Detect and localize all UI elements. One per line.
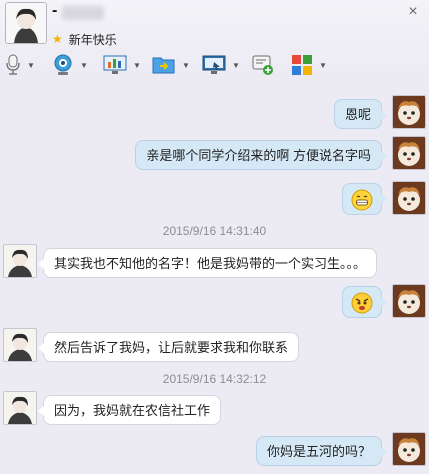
send-file-icon [152,57,175,74]
new-chat-icon [252,55,273,75]
message-list[interactable]: 恩呢 亲是哪个同学介绍来的啊 方便说名字吗 2015/9/16 14:31:40… [0,86,429,474]
message-bubble-left[interactable]: 然后告诉了我妈，让后就要求我和你联系 [37,332,300,362]
contact-message-avatar[interactable] [3,391,37,425]
chevron-down-icon[interactable]: ▼ [182,61,190,70]
redacted-name [62,6,104,20]
message-bubble-right[interactable] [342,183,387,215]
contact-avatar[interactable] [5,2,47,44]
close-icon[interactable]: × [403,2,423,22]
my-avatar[interactable] [392,181,426,215]
chevron-down-icon[interactable]: ▼ [80,61,88,70]
send-file-button[interactable]: ▼ [152,52,190,78]
angry-emoji-icon [351,292,373,314]
my-avatar[interactable] [392,284,426,318]
remote-desktop-button[interactable]: ▼ [202,52,240,78]
my-avatar[interactable] [392,95,426,129]
contact-signature: 新年快乐 [68,32,117,47]
signature-row: ★ 新年快乐 [52,31,117,47]
toolbar: ▼ ▼ ▼ ▼ ▼ ▼ [0,52,429,78]
message-bubble-right[interactable]: 你妈是五河的吗？ [255,436,388,466]
contact-name: - [52,2,58,19]
new-chat-button[interactable] [251,52,275,78]
message-bubble-right[interactable]: 亲是哪个同学介绍来的啊 方便说名字吗 [135,140,387,170]
contact-message-avatar[interactable] [3,244,37,278]
grin-emoji-icon [351,189,373,211]
chevron-down-icon[interactable]: ▼ [27,61,35,70]
voice-call-button[interactable]: ▼ [5,52,35,78]
chevron-down-icon[interactable]: ▼ [232,61,240,70]
apps-icon [292,55,312,75]
microphone-icon [6,54,20,75]
message-bubble-right[interactable]: 恩呢 [333,99,388,129]
message-timestamp: 2015/9/16 14:32:12 [162,372,267,386]
apps-button[interactable]: ▼ [291,52,327,78]
message-bubble-left[interactable]: 因为，我妈就在农信社工作 [37,395,222,425]
star-icon: ★ [52,32,63,46]
webcam-icon [54,54,72,75]
chat-header: - ★ 新年快乐 × ▼ ▼ ▼ ▼ ▼ ▼ [0,0,429,86]
my-avatar[interactable] [392,432,426,466]
video-call-button[interactable]: ▼ [52,52,88,78]
my-avatar[interactable] [392,136,426,170]
screen-share-button[interactable]: ▼ [103,52,141,78]
screen-share-icon [103,55,127,74]
chevron-down-icon[interactable]: ▼ [133,61,141,70]
message-bubble-right[interactable] [342,286,387,318]
message-bubble-left[interactable]: 其实我也不知他的名字！他是我妈带的一个实习生。。。 [37,248,378,278]
contact-message-avatar[interactable] [3,328,37,362]
message-timestamp: 2015/9/16 14:31:40 [162,224,267,238]
chevron-down-icon[interactable]: ▼ [319,61,327,70]
remote-desktop-icon [202,55,226,74]
